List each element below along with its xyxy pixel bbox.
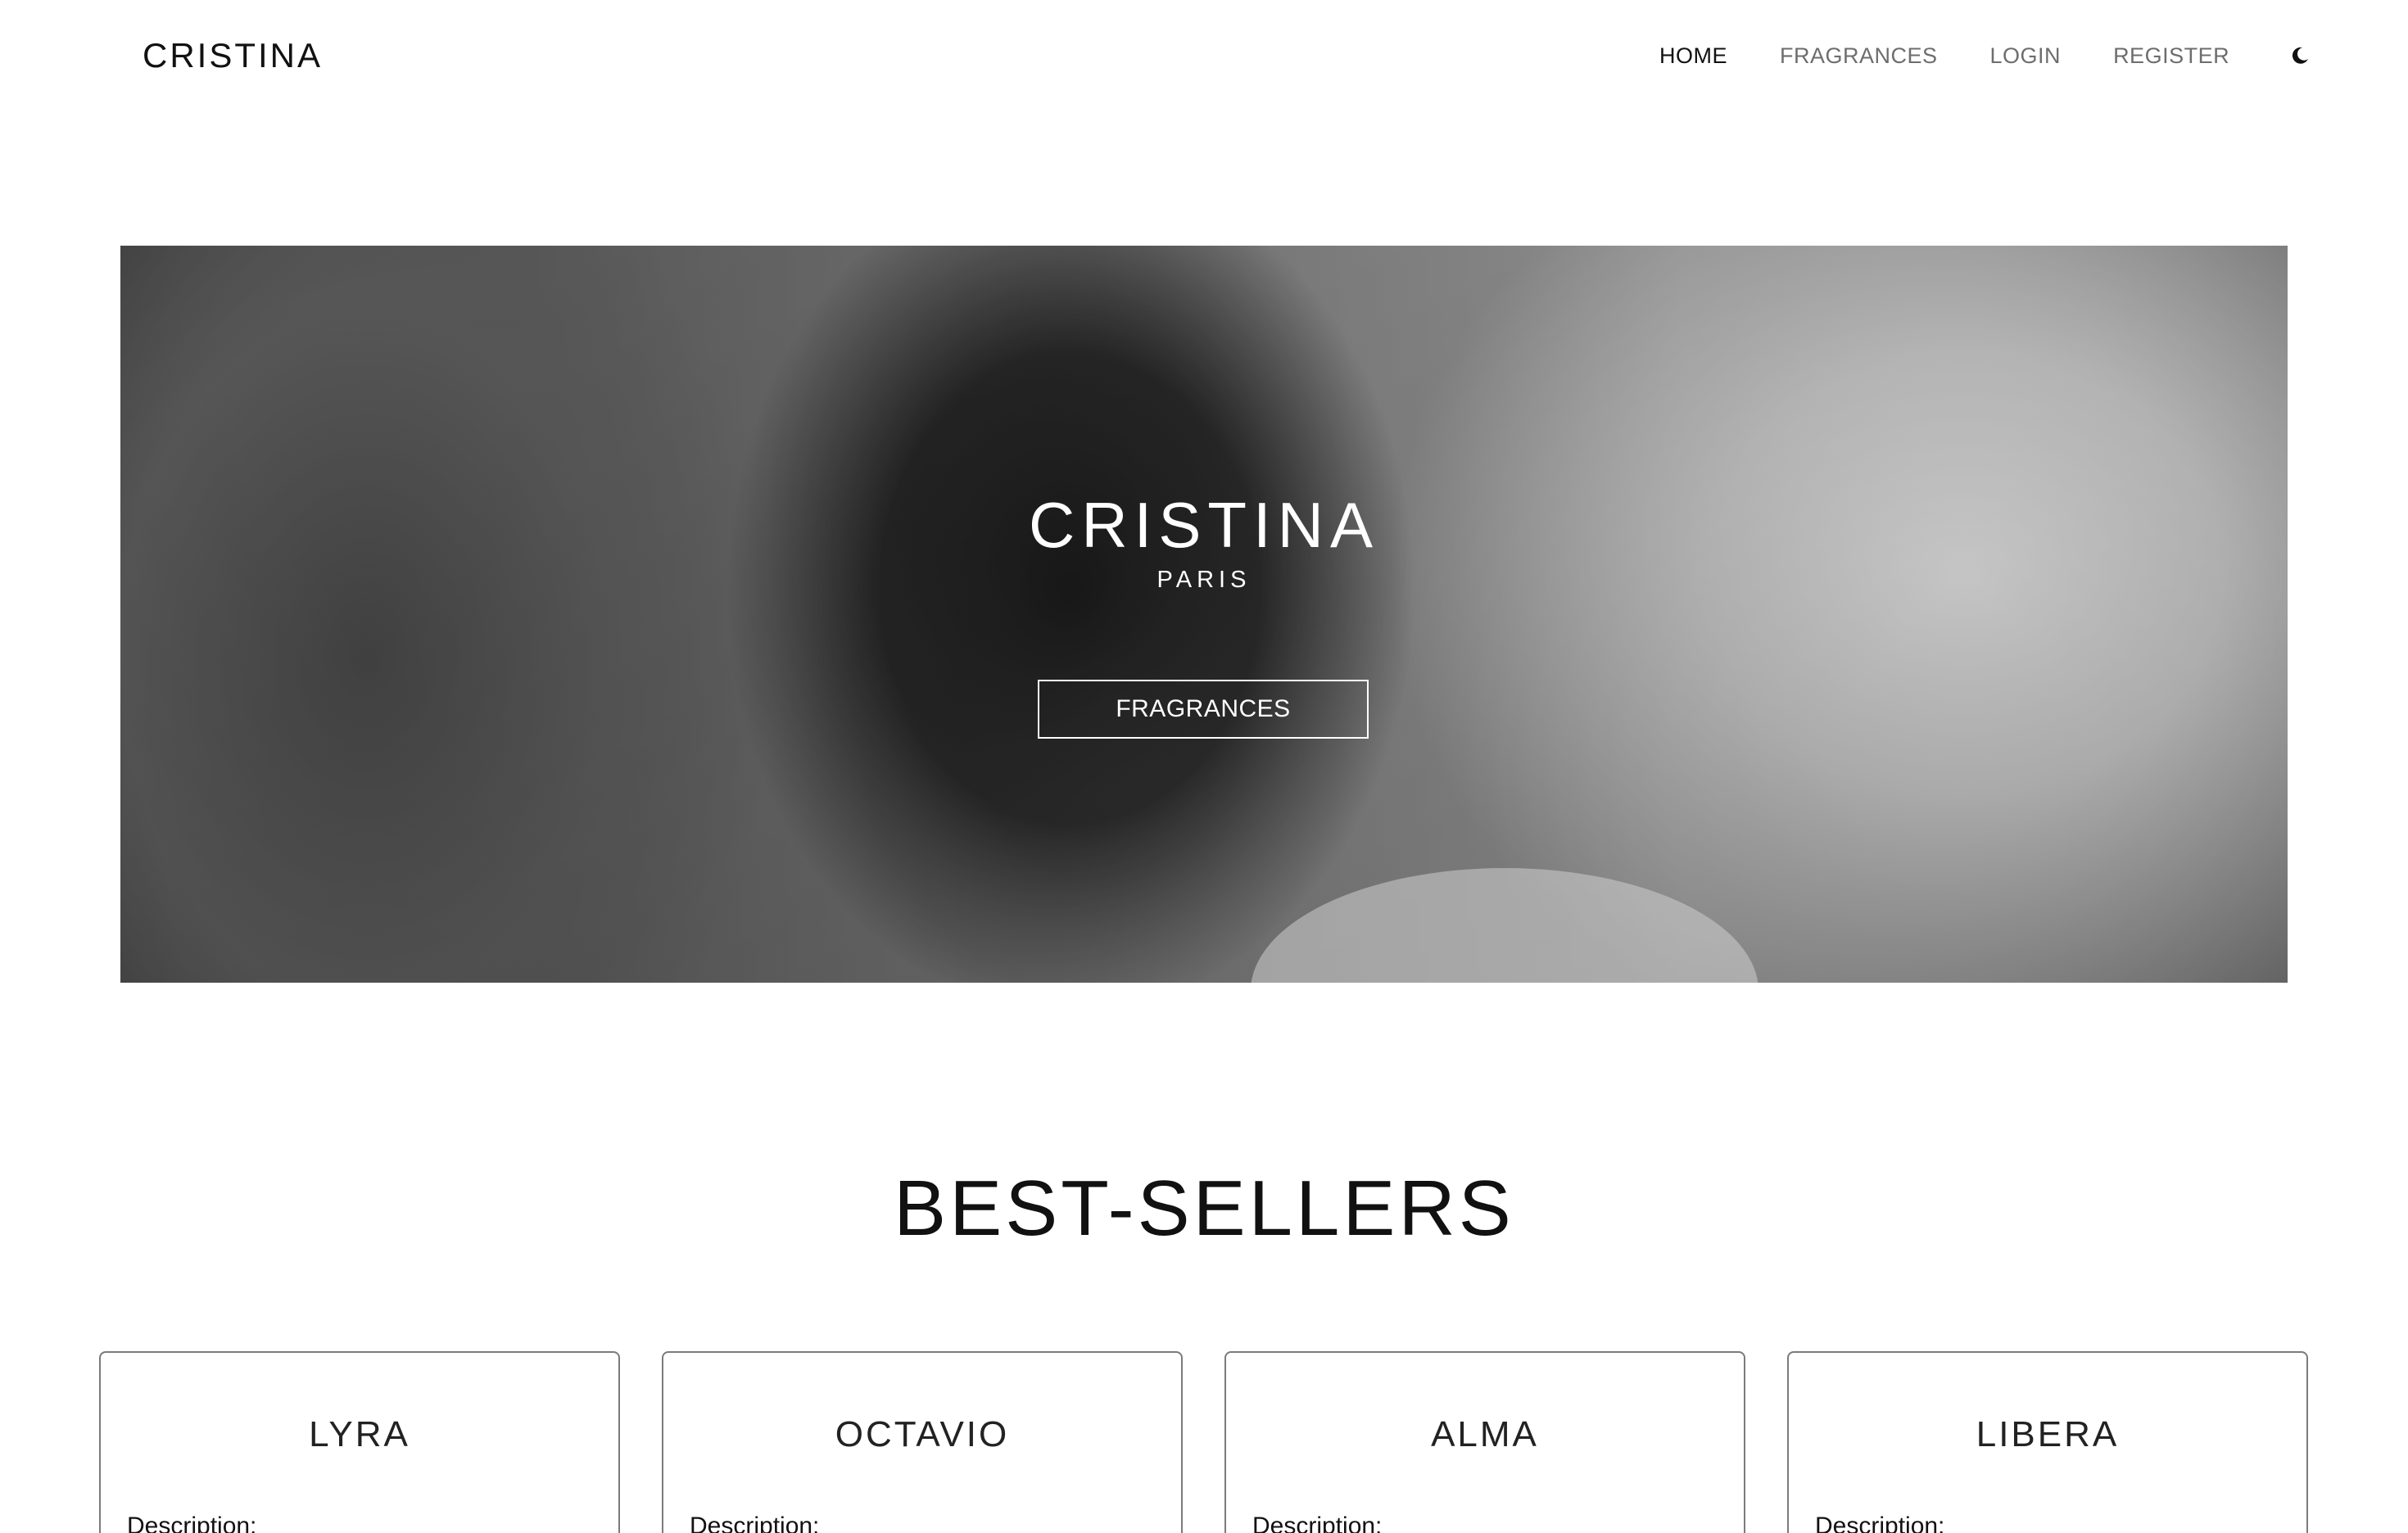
hero-banner: CRISTINA PARIS FRAGRANCES	[120, 246, 2288, 983]
product-card-octavio[interactable]: OCTAVIO Description:	[662, 1351, 1183, 1533]
product-card-alma[interactable]: ALMA Description:	[1224, 1351, 1745, 1533]
top-navbar: CRISTINA HOME FRAGRANCES LOGIN REGISTER	[0, 0, 2408, 111]
main-nav: HOME FRAGRANCES LOGIN REGISTER	[1659, 38, 2318, 74]
product-card-lyra[interactable]: LYRA Description:	[99, 1351, 620, 1533]
theme-toggle-button[interactable]	[2282, 38, 2318, 74]
hero-subtitle: PARIS	[1156, 567, 1252, 593]
product-description-label: Description:	[1252, 1513, 1383, 1533]
product-name: ALMA	[1431, 1414, 1539, 1454]
product-card-libera[interactable]: LIBERA Description:	[1787, 1351, 2308, 1533]
nav-link-home[interactable]: HOME	[1659, 38, 1727, 74]
product-name: LYRA	[309, 1414, 410, 1454]
nav-link-register[interactable]: REGISTER	[2113, 38, 2229, 74]
hero-title: CRISTINA	[1028, 489, 1380, 561]
product-name: LIBERA	[1976, 1414, 2120, 1454]
page: CRISTINA HOME FRAGRANCES LOGIN REGISTER …	[0, 0, 2408, 1533]
product-description-label: Description:	[1815, 1513, 1945, 1533]
product-name: OCTAVIO	[835, 1414, 1010, 1454]
hero-image-overlay	[120, 246, 2288, 983]
best-sellers-heading: BEST-SELLERS	[894, 1164, 1514, 1252]
product-description-label: Description:	[690, 1513, 820, 1533]
nav-link-login[interactable]: LOGIN	[1990, 38, 2062, 74]
product-description-label: Description:	[127, 1513, 257, 1533]
moon-icon	[2293, 47, 2309, 64]
nav-link-fragrances[interactable]: FRAGRANCES	[1780, 38, 1938, 74]
hero-fragrances-button[interactable]: FRAGRANCES	[1038, 680, 1369, 739]
brand-logo[interactable]: CRISTINA	[143, 33, 323, 79]
